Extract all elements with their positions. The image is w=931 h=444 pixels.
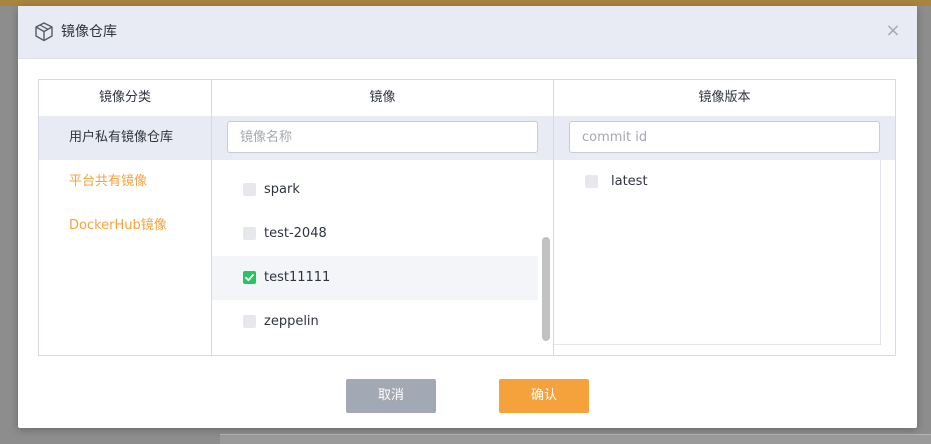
image-name: test-2048: [264, 226, 327, 241]
list-item[interactable]: latest: [554, 160, 880, 204]
image-name: test11111: [264, 270, 331, 285]
image-repository-dialog: 镜像仓库 × 镜像分类 用户私有镜像仓库 平台共有镜像 DockerHub镜像 …: [18, 6, 917, 428]
commit-id-input[interactable]: [569, 121, 880, 153]
check-icon: [245, 274, 254, 282]
version-list-inner: latest: [554, 160, 881, 345]
cancel-button[interactable]: 取消: [346, 379, 436, 413]
confirm-button[interactable]: 确认: [499, 379, 589, 413]
image-search-bar: [212, 116, 553, 160]
dialog-header: 镜像仓库 ×: [18, 6, 917, 59]
image-name: spark: [264, 182, 300, 197]
image-list: spark test-2048 test11111 zeppelin: [212, 160, 553, 345]
close-icon[interactable]: ×: [883, 20, 903, 42]
version-list: latest: [554, 160, 895, 345]
checkbox[interactable]: [585, 175, 598, 188]
image-list-inner: spark test-2048 test11111 zeppelin: [212, 160, 538, 345]
version-header: 镜像版本: [698, 90, 751, 105]
image-column: 镜像 spark test-2048: [212, 80, 554, 355]
checkbox[interactable]: [243, 315, 256, 328]
list-item[interactable]: spark: [212, 168, 538, 212]
image-name: zeppelin: [264, 314, 319, 329]
checkbox[interactable]: [243, 227, 256, 240]
category-item-public[interactable]: 平台共有镜像: [39, 160, 211, 204]
category-item-dockerhub[interactable]: DockerHub镜像: [39, 204, 211, 248]
checkbox[interactable]: [243, 183, 256, 196]
selection-panel: 镜像分类 用户私有镜像仓库 平台共有镜像 DockerHub镜像 镜像 spar…: [38, 79, 896, 356]
category-item-private[interactable]: 用户私有镜像仓库: [39, 116, 211, 160]
scrollbar-thumb[interactable]: [542, 237, 550, 341]
box-icon: [33, 21, 55, 43]
list-item[interactable]: test-2048: [212, 212, 538, 256]
checkbox-checked[interactable]: [243, 271, 256, 284]
version-name: latest: [611, 174, 648, 189]
dialog-title: 镜像仓库: [61, 24, 117, 40]
category-column: 镜像分类 用户私有镜像仓库 平台共有镜像 DockerHub镜像: [39, 80, 212, 355]
list-item[interactable]: zeppelin: [212, 300, 538, 344]
version-search-bar: [554, 116, 895, 160]
image-search-input[interactable]: [227, 121, 538, 153]
list-item-selected[interactable]: test11111: [212, 256, 538, 300]
version-column: 镜像版本 latest: [554, 80, 895, 355]
category-header: 镜像分类: [98, 90, 151, 105]
image-header: 镜像: [369, 90, 396, 105]
